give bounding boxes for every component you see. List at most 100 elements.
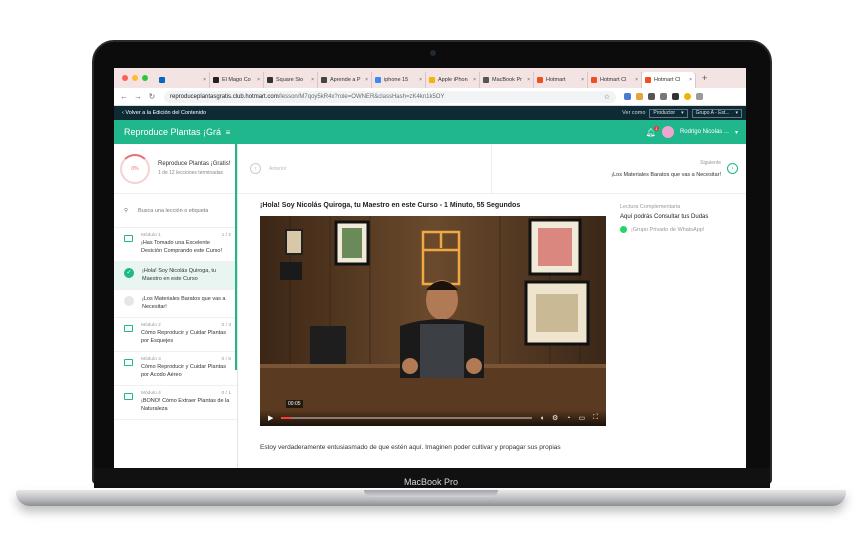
close-tab-icon[interactable]: × — [365, 77, 368, 83]
close-tab-icon[interactable]: × — [257, 77, 260, 83]
new-tab-button[interactable]: + — [702, 73, 707, 83]
check-circle-icon: ✓ — [124, 268, 134, 278]
previous-lesson-button[interactable]: ‹ Anterior — [238, 144, 492, 193]
close-tab-icon[interactable]: × — [203, 77, 206, 83]
reload-icon[interactable]: ↻ — [148, 92, 156, 101]
sidebar-scrollbar[interactable] — [235, 144, 237, 370]
extension-icon[interactable] — [624, 93, 631, 100]
tab-label: Square Sio — [276, 77, 304, 83]
module-item[interactable]: Módulo 4 0 / 1 ¡BONO! Cómo Extraer Planta… — [114, 386, 237, 420]
group-select[interactable]: Grupo A - Est... ▾ — [691, 108, 742, 118]
view-as-select[interactable]: Productor ▾ — [649, 108, 688, 118]
browser-tab[interactable]: Hotmart Cl × — [588, 72, 642, 88]
module-count: 0 / 1 — [221, 391, 231, 396]
module-number: Módulo 1 — [141, 233, 161, 238]
lesson-item[interactable]: ¡Los Materiales Baratos que vas a Necesi… — [114, 290, 237, 318]
user-name[interactable]: Rodrigo Nicolas ... — [680, 129, 729, 135]
whatsapp-icon — [620, 226, 627, 233]
square-icon — [267, 77, 273, 83]
module-item[interactable]: Módulo 1 1 / 2 ¡Has Tomado una Excelente … — [114, 228, 237, 262]
module-count: 1 / 2 — [221, 233, 231, 238]
close-tab-icon[interactable]: × — [419, 77, 422, 83]
browser-tab[interactable]: × — [156, 72, 210, 88]
browser-tab[interactable]: MacBook Pr × — [480, 72, 534, 88]
fullscreen-icon[interactable]: ⛶ — [593, 414, 598, 422]
avatar[interactable] — [661, 126, 674, 138]
close-tab-icon[interactable]: × — [473, 77, 476, 83]
next-lesson-title: ¡Los Materiales Baratos que vas a Necesi… — [611, 171, 721, 178]
more-menu-icon[interactable] — [696, 93, 703, 100]
module-title: Cómo Reproducir y Cuidar Plantas por Esq… — [141, 330, 226, 344]
progress-ring: 0% — [120, 153, 150, 184]
sidepanel-icon[interactable] — [672, 93, 679, 100]
volume-icon[interactable]: ◖ — [540, 415, 544, 422]
course-title-area: Reproduce Plantas ¡Grá ≡ — [114, 127, 238, 137]
browser-tab[interactable]: Hotmart Cl × — [642, 72, 696, 88]
course-title: Reproduce Plantas ¡Grá — [124, 127, 222, 137]
browser-tab[interactable]: Aprende a P × — [318, 72, 372, 88]
module-number: Módulo 4 — [141, 391, 161, 396]
search-input[interactable]: Busca una lección o etiqueta — [138, 208, 208, 214]
back-to-edit-link[interactable]: ‹ Volver a la Edición del Contenido — [122, 110, 206, 116]
browser-tab-bar: × El Mago Co × Square Sio × Aprende a P × iphon… — [114, 68, 746, 88]
hotmart-icon — [591, 77, 597, 83]
close-tab-icon[interactable]: × — [311, 77, 314, 83]
lesson-title-heading: ¡Hola! Soy Nicolás Quiroga, tu Maestro e… — [260, 202, 521, 209]
minimize-window-button[interactable] — [132, 75, 138, 81]
video-progress-fill — [281, 417, 292, 419]
bookmark-star-icon[interactable]: ☆ — [604, 93, 610, 101]
video-controls: ▶ ◖ ⚙ ◔ ▭ ⛶ — [260, 410, 606, 426]
browser-tab[interactable]: El Mago Co × — [210, 72, 264, 88]
profile-icon[interactable] — [684, 93, 691, 100]
edit-bar: ‹ Volver a la Edición del Contenido Ver … — [114, 106, 746, 120]
extension-icon[interactable] — [636, 93, 643, 100]
video-player[interactable]: 00:05 ▶ ◖ ⚙ ◔ ▭ ⛶ — [260, 216, 606, 426]
browser-tab[interactable]: Square Sio × — [264, 72, 318, 88]
play-icon[interactable]: ▶ — [268, 414, 273, 422]
speed-icon[interactable]: ◔ — [566, 415, 570, 422]
next-lesson-button[interactable]: Siguiente ¡Los Materiales Baratos que va… — [492, 144, 746, 193]
previous-label: Anterior — [269, 165, 287, 172]
download-icon[interactable] — [660, 93, 667, 100]
video-progress-bar[interactable] — [281, 417, 532, 419]
cast-icon[interactable]: ▭ — [578, 414, 585, 422]
questions-link[interactable]: Aquí podrás Consultar tus Dudas — [620, 214, 740, 220]
browser-tab[interactable]: iphone 15 × — [372, 72, 426, 88]
forward-arrow-icon[interactable]: → — [134, 92, 142, 101]
module-item[interactable]: Módulo 3 0 / 5 Cómo Reproducir y Cuidar P… — [114, 352, 237, 386]
maximize-window-button[interactable] — [142, 75, 148, 81]
progress-text: 1 de 12 lecciones terminadas — [158, 170, 224, 176]
chevron-left-icon: ‹ — [250, 163, 261, 174]
linkedin-icon — [159, 77, 165, 83]
module-item[interactable]: Módulo 2 0 / 3 Cómo Reproducir y Cuidar P… — [114, 318, 237, 352]
close-tab-icon[interactable]: × — [635, 77, 638, 83]
lesson-search[interactable]: ⚲ Busca una lección o etiqueta — [114, 194, 237, 228]
model-label: MacBook Pro — [403, 477, 459, 487]
lesson-item-current[interactable]: ✓ ¡Hola! Soy Nicolás Quiroga, tu Maestro… — [114, 262, 237, 290]
close-tab-icon[interactable]: × — [689, 77, 692, 83]
tab-label: Hotmart Cl — [600, 77, 627, 83]
close-window-button[interactable] — [122, 75, 128, 81]
search-icon: ⚲ — [124, 207, 129, 214]
video-frame-illustration — [260, 216, 606, 426]
chevron-down-icon[interactable]: ▾ — [735, 129, 738, 136]
browser-tab[interactable]: Hotmart × — [534, 72, 588, 88]
whatsapp-group-link[interactable]: ¡Grupo Privado de WhatsApp! — [620, 226, 740, 233]
settings-gear-icon[interactable]: ⚙ — [552, 414, 558, 422]
progress-info: Reproduce Plantas ¡Gratis! 1 de 12 lecci… — [158, 160, 230, 177]
course-header: Reproduce Plantas ¡Grá ≡ 🔔︎ 1 Rodrigo Nic… — [114, 120, 746, 144]
extension-icon[interactable] — [648, 93, 655, 100]
header-user-area: 🔔︎ 1 Rodrigo Nicolas ... ▾ — [646, 125, 738, 138]
tab-list: × El Mago Co × Square Sio × Aprende a P × iphon… — [156, 68, 696, 88]
hotmart-icon — [645, 77, 651, 83]
video-time: 00:05 — [286, 400, 303, 408]
url-input[interactable]: reproduceplantasgratis.club.hotmart.com … — [164, 90, 616, 103]
hamburger-menu-icon[interactable]: ≡ — [226, 128, 231, 137]
close-tab-icon[interactable]: × — [527, 77, 530, 83]
browser-tab[interactable]: Apple iPhon × — [426, 72, 480, 88]
notification-bell-icon[interactable]: 🔔︎ 1 — [646, 125, 659, 137]
back-arrow-icon[interactable]: ← — [120, 92, 128, 101]
close-tab-icon[interactable]: × — [581, 77, 584, 83]
site-icon — [213, 77, 219, 83]
module-count: 0 / 3 — [221, 323, 231, 328]
